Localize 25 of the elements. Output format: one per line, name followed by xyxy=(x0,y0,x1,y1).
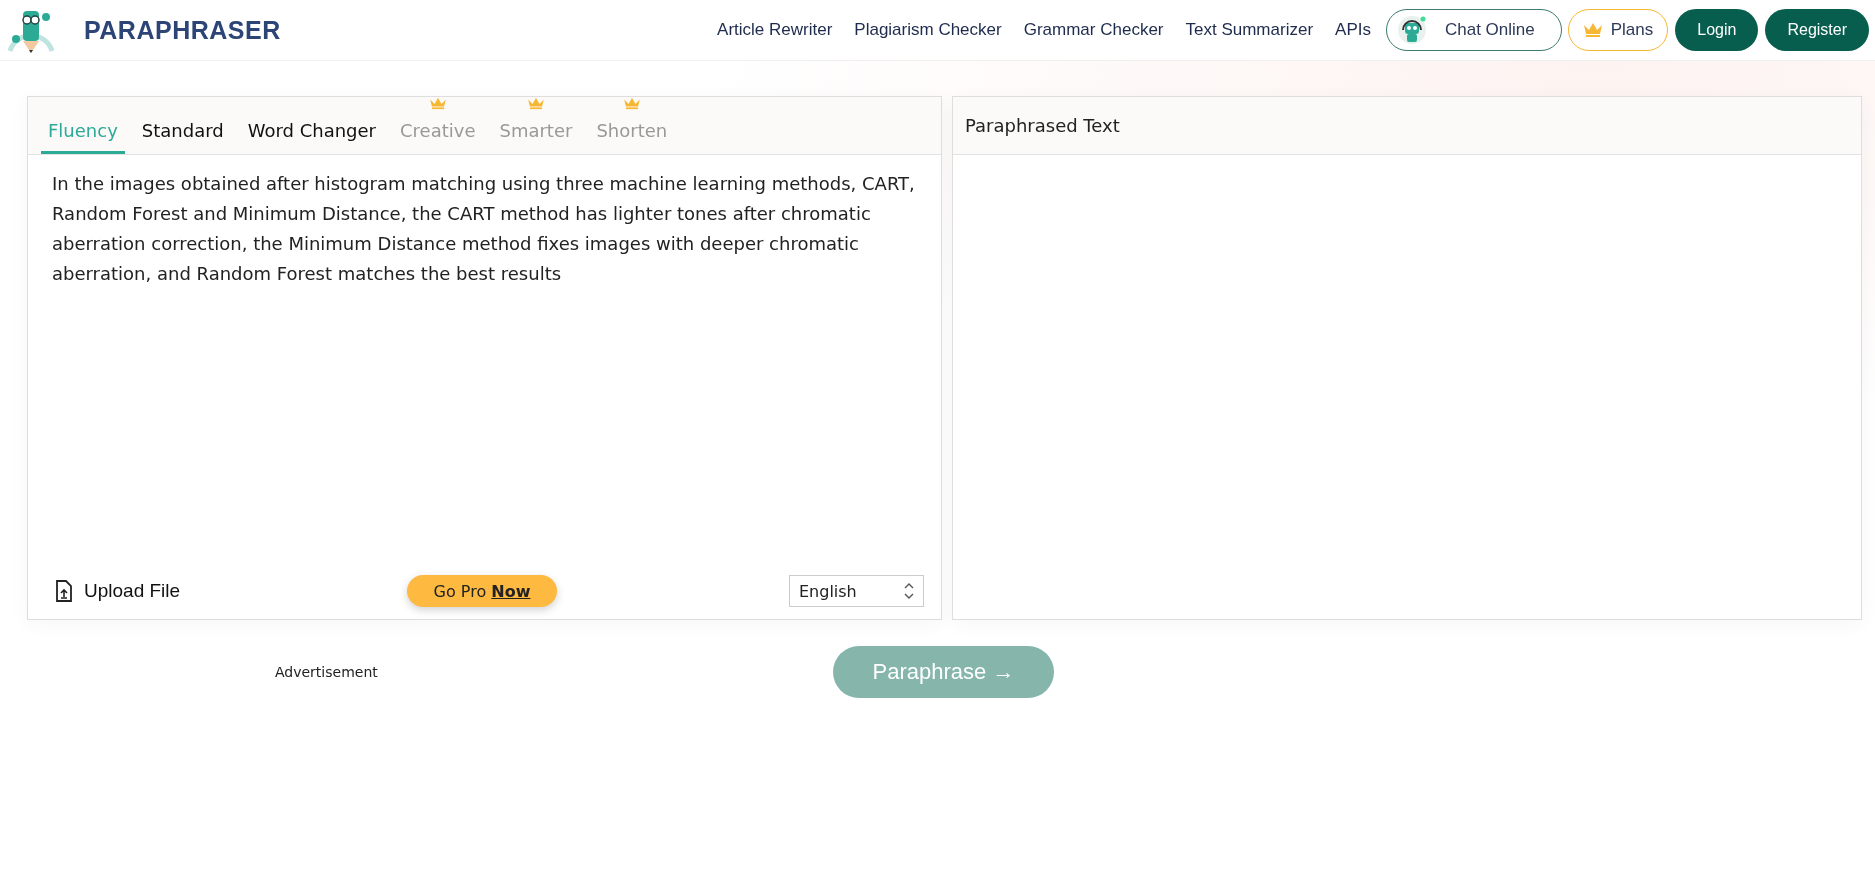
nav-link[interactable]: Article Rewriter xyxy=(717,20,833,40)
brand-name[interactable]: PARAPHRASER xyxy=(84,15,281,45)
up-down-chevron-icon xyxy=(903,581,915,601)
login-button[interactable]: Login xyxy=(1675,9,1759,51)
go-pro-button[interactable]: Go Pro Now xyxy=(406,575,558,607)
panel-title: Paraphrased Text xyxy=(965,115,1120,136)
upload-file-button[interactable]: Upload File xyxy=(55,580,355,602)
mode-tab[interactable]: Word Changer xyxy=(240,97,383,154)
robot-headset-icon xyxy=(1396,15,1427,45)
nav-link[interactable]: Plagiarism Checker xyxy=(854,20,1002,40)
crown-icon xyxy=(428,97,447,110)
crown-icon xyxy=(526,97,545,110)
crown-icon xyxy=(622,97,641,110)
text-input[interactable]: In the images obtained after histogram matching using three machine learning methods, CART, Random Forest and Minimum Distance, the CART method has lighter tones after chromatic aberration correction, the Minimum Distance method fixes images with deeper chromatic aberration, and Random Forest matches the best results xyxy=(28,155,941,575)
nav-link[interactable]: Text Summarizer xyxy=(1185,20,1314,40)
nav-link[interactable]: APIs xyxy=(1335,20,1371,40)
file-upload-icon xyxy=(55,580,73,602)
crown-icon xyxy=(1582,22,1603,38)
plans-button[interactable]: Plans xyxy=(1567,9,1669,51)
mode-tab[interactable]: Standard xyxy=(134,97,231,154)
advertisement-label: Advertisement xyxy=(275,664,379,680)
language-select[interactable]: English xyxy=(789,575,924,607)
chat-online-button[interactable]: Chat Online xyxy=(1385,9,1562,51)
nav-link[interactable]: Grammar Checker xyxy=(1023,20,1164,40)
register-button[interactable]: Register xyxy=(1765,9,1869,51)
